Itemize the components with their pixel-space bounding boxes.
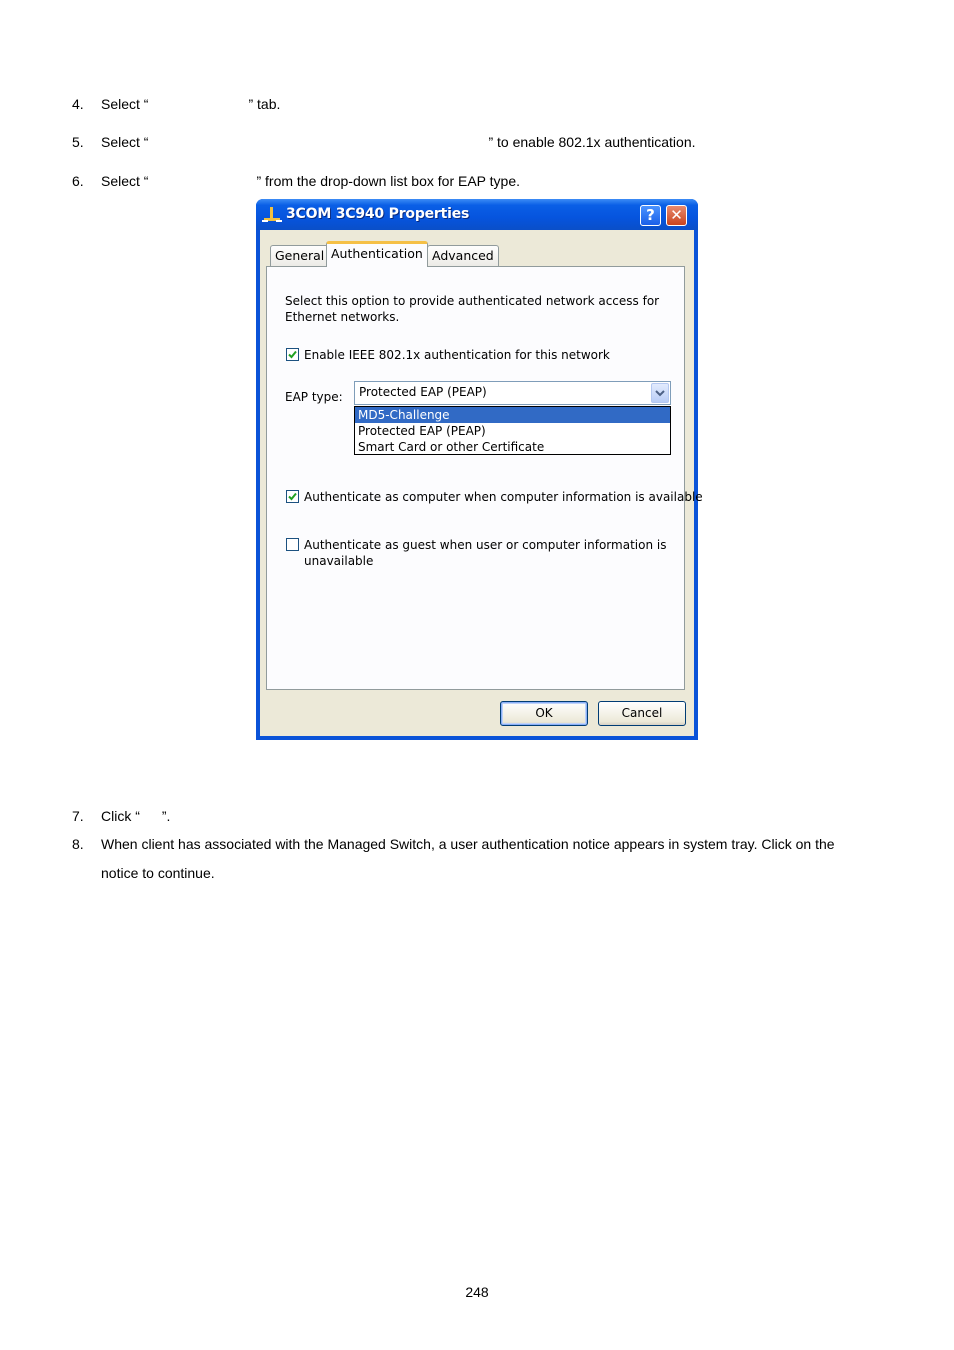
step-text: When client has associated with the Mana… — [101, 836, 835, 852]
cancel-button[interactable]: Cancel — [598, 701, 686, 726]
step-text: ” tab. — [248, 96, 281, 112]
dialog-titlebar: 3COM 3C940 Properties ? ✕ — [256, 199, 698, 230]
auth-computer-checkbox[interactable] — [286, 490, 299, 503]
auth-guest-label[interactable]: Authenticate as guest when user or compu… — [304, 537, 666, 553]
step-number: 4. — [72, 96, 84, 112]
auth-guest-label[interactable]: unavailable — [304, 553, 373, 569]
tab-authentication[interactable]: Authentication — [326, 241, 428, 267]
ok-button[interactable]: OK — [500, 701, 588, 726]
authentication-panel: Select this option to provide authentica… — [266, 266, 703, 690]
auth-guest-checkbox[interactable] — [286, 538, 299, 551]
description-text: Ethernet networks. — [285, 310, 400, 324]
checkmark-icon — [288, 492, 297, 501]
checkmark-icon — [288, 350, 297, 359]
enable-8021x-label[interactable]: Enable IEEE 802.1x authentication for th… — [304, 347, 610, 363]
eap-option-smartcard[interactable]: Smart Card or other Certificate — [355, 439, 670, 455]
properties-dialog: 3COM 3C940 Properties ? ✕ General Authen… — [256, 199, 703, 740]
tab-general[interactable]: General — [270, 245, 330, 266]
dropdown-button[interactable] — [651, 383, 669, 403]
eap-option-peap[interactable]: Protected EAP (PEAP) — [355, 423, 670, 439]
step-number: 5. — [72, 134, 84, 150]
step-text: ”. — [161, 808, 171, 824]
eap-type-dropdown-list: MD5-Challenge Protected EAP (PEAP) Smart… — [354, 406, 671, 455]
step-text: ” from the drop-down list box for EAP ty… — [256, 173, 520, 189]
dialog-title: 3COM 3C940 Properties — [286, 206, 470, 222]
dialog-client-area: General Authentication Advanced Select t… — [260, 230, 703, 736]
enable-8021x-checkbox[interactable] — [286, 348, 299, 361]
step-text: notice to continue. — [101, 865, 215, 881]
tab-advanced[interactable]: Advanced — [427, 245, 499, 266]
chevron-down-icon — [655, 390, 665, 397]
eap-type-label: EAP type: — [285, 390, 343, 404]
step-text: Select “ — [101, 96, 149, 112]
help-button[interactable]: ? — [640, 205, 661, 226]
step-text: Click “ — [101, 808, 140, 824]
step-text: Select “ — [101, 134, 149, 150]
close-button[interactable]: ✕ — [666, 205, 687, 226]
eap-type-value: Protected EAP (PEAP) — [359, 385, 487, 399]
step-text: Select “ — [101, 173, 149, 189]
step-number: 8. — [72, 836, 84, 852]
eap-type-select[interactable]: Protected EAP (PEAP) — [354, 381, 671, 405]
network-adapter-icon — [262, 207, 282, 222]
description-text: Select this option to provide authentica… — [285, 294, 660, 308]
page-number: 248 — [465, 1284, 489, 1300]
step-text: ” to enable 802.1x authentication. — [488, 134, 696, 150]
auth-computer-label[interactable]: Authenticate as computer when computer i… — [304, 489, 703, 505]
eap-option-md5[interactable]: MD5-Challenge — [355, 407, 670, 423]
step-number: 6. — [72, 173, 84, 189]
step-number: 7. — [72, 808, 84, 824]
